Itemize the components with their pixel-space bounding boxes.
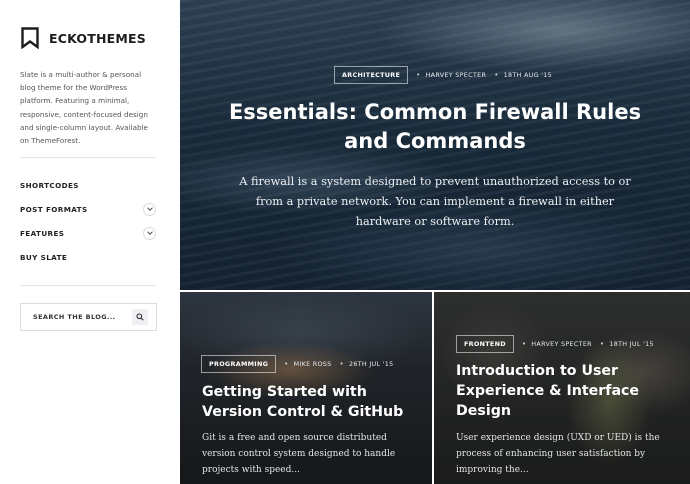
separator-dot: • bbox=[521, 340, 527, 348]
post-date: 18TH JUL '15 bbox=[609, 340, 654, 348]
separator-dot: • bbox=[494, 71, 499, 79]
chevron-down-icon[interactable] bbox=[143, 202, 156, 216]
nav-item-post-formats[interactable]: POST FORMATS bbox=[20, 197, 156, 221]
post-card[interactable]: FRONTEND • HARVEY SPECTER • 18TH JUL '15… bbox=[434, 292, 690, 484]
chevron-down-icon[interactable] bbox=[143, 226, 156, 240]
post-meta: PROGRAMMING • MIKE ROSS • 26TH JUL '15 bbox=[201, 355, 393, 373]
post-excerpt: User experience design (UXD or UED) is t… bbox=[456, 433, 660, 475]
nav-item-label: FEATURES bbox=[20, 228, 65, 238]
category-badge[interactable]: FRONTEND bbox=[456, 335, 514, 353]
separator-dot: • bbox=[416, 71, 421, 79]
search-form bbox=[20, 303, 157, 331]
nav-item-label: POST FORMATS bbox=[20, 204, 88, 214]
category-badge[interactable]: PROGRAMMING bbox=[201, 355, 277, 373]
post-title[interactable]: Introduction to User Experience & Interf… bbox=[456, 361, 676, 421]
nav-item-buy-slate[interactable]: BUY SLATE bbox=[20, 245, 156, 269]
separator-dot: • bbox=[599, 340, 605, 348]
post-author[interactable]: HARVEY SPECTER bbox=[531, 340, 592, 348]
separator-dot: • bbox=[284, 360, 289, 368]
post-meta: ARCHITECTURE • HARVEY SPECTER • 18TH AUG… bbox=[334, 66, 552, 84]
nav-item-shortcodes[interactable]: SHORTCODES bbox=[20, 173, 156, 197]
category-badge[interactable]: ARCHITECTURE bbox=[334, 66, 409, 84]
site-description: Slate is a multi-author & personal blog … bbox=[20, 70, 148, 146]
sidebar: ECKOTHEMES Slate is a multi-author & per… bbox=[0, 0, 180, 484]
search-input[interactable] bbox=[33, 313, 133, 321]
divider bbox=[20, 285, 156, 286]
post-author[interactable]: MIKE ROSS bbox=[294, 360, 332, 368]
post-meta: FRONTEND • HARVEY SPECTER • 18TH JUL '15 bbox=[456, 335, 654, 353]
featured-post[interactable]: ARCHITECTURE • HARVEY SPECTER • 18TH AUG… bbox=[180, 0, 690, 290]
search-icon bbox=[136, 313, 144, 321]
main-nav: SHORTCODES POST FORMATS FEATURES BUY SLA… bbox=[20, 173, 156, 269]
divider bbox=[20, 157, 156, 158]
post-date: 18TH AUG '15 bbox=[503, 71, 553, 79]
post-title[interactable]: Essentials: Common Firewall Rules and Co… bbox=[220, 98, 650, 156]
nav-item-features[interactable]: FEATURES bbox=[20, 221, 156, 245]
post-excerpt: A firewall is a system designed to preve… bbox=[239, 175, 631, 228]
bookmark-icon bbox=[21, 27, 39, 49]
post-excerpt: Git is a free and open source distribute… bbox=[202, 433, 396, 475]
post-author[interactable]: HARVEY SPECTER bbox=[426, 71, 487, 79]
nav-item-label: SHORTCODES bbox=[20, 180, 79, 190]
nav-item-label: BUY SLATE bbox=[20, 252, 68, 262]
site-title[interactable]: ECKOTHEMES bbox=[49, 31, 146, 46]
search-button[interactable] bbox=[132, 309, 148, 325]
post-title[interactable]: Getting Started with Version Control & G… bbox=[202, 382, 417, 422]
separator-dot: • bbox=[339, 360, 344, 368]
site-logo[interactable]: ECKOTHEMES bbox=[21, 27, 146, 49]
post-date: 26TH JUL '15 bbox=[348, 360, 394, 368]
post-card[interactable]: PROGRAMMING • MIKE ROSS • 26TH JUL '15 G… bbox=[180, 292, 432, 484]
